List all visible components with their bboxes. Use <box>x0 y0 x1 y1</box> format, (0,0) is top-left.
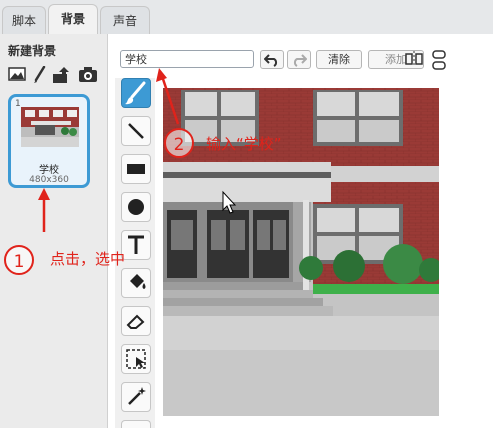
step2-number: 2 <box>164 128 194 158</box>
step2-text: 输入“学校” <box>206 135 282 153</box>
step1-number: 1 <box>4 245 34 275</box>
step1-text: 点击，选中 <box>50 250 126 268</box>
annotation-arrows <box>38 68 180 232</box>
